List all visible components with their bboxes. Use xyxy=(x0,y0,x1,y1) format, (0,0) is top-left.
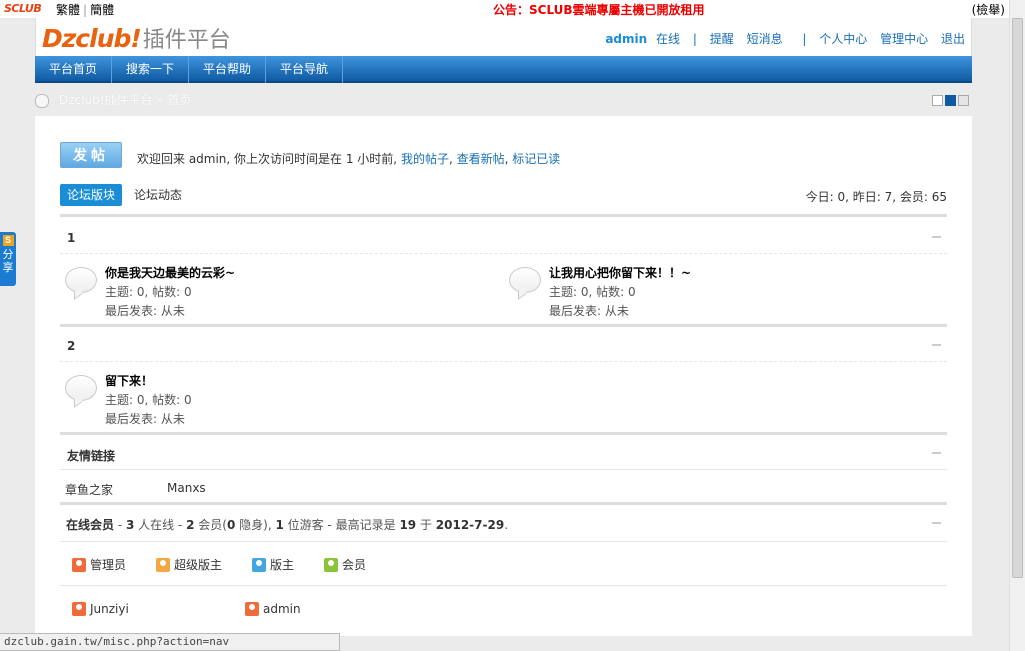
legend-mod: 版主 xyxy=(252,556,294,573)
admin-user-icon xyxy=(245,602,259,616)
tab-feed[interactable]: 论坛动态 xyxy=(127,184,189,206)
forum-last-post: 最后发表: 从未 xyxy=(105,304,185,318)
mark-read-link[interactable]: 标记已读 xyxy=(512,152,560,166)
online-user[interactable]: Junziyi xyxy=(72,602,129,616)
welcome-message: 欢迎回来 admin, 你上次访问时间是在 1 小时前, 我的帖子, 查看新帖,… xyxy=(137,152,561,166)
forum-bubble-icon xyxy=(65,267,97,293)
top-bar: SCLUB 繁體 | 簡體 公告：SCLUB雲端專屬主機已開放租用 (檢舉) xyxy=(0,0,1009,18)
forum-last-post: 最后发表: 从未 xyxy=(105,412,185,426)
remind-link[interactable]: 提醒 xyxy=(710,32,734,46)
main-nav: 平台首页 搜索一下 平台帮助 平台导航 xyxy=(35,56,972,83)
profile-link[interactable]: 个人中心 xyxy=(819,32,867,46)
collapse-icon[interactable] xyxy=(932,344,941,346)
width-wide-icon[interactable] xyxy=(945,95,956,106)
forum-item: 留下来！ 主题: 0, 帖数: 0 最后发表: 从未 xyxy=(60,372,480,430)
simplified-link[interactable]: 簡體 xyxy=(90,3,114,17)
links-title: 友情链接 xyxy=(67,449,116,463)
nav-search[interactable]: 搜索一下 xyxy=(112,56,190,83)
nav-guide[interactable]: 平台导航 xyxy=(266,56,344,83)
tab-forums[interactable]: 论坛版块 xyxy=(60,184,123,206)
width-switch xyxy=(930,95,969,106)
home-icon[interactable] xyxy=(35,93,49,108)
sclub-logo[interactable]: SCLUB xyxy=(4,2,42,15)
forum-stats: 今日: 0, 昨日: 7, 会员: 65 xyxy=(805,190,947,204)
pm-link[interactable]: 短消息 xyxy=(747,32,783,46)
category-header: 1 xyxy=(60,220,947,254)
legend-member: 会员 xyxy=(324,556,366,573)
width-narrow-icon[interactable] xyxy=(932,95,943,106)
links-header: 友情链接 xyxy=(60,436,947,470)
new-posts-link[interactable]: 查看新帖 xyxy=(457,152,505,166)
width-full-icon[interactable] xyxy=(958,95,969,106)
scrollbar-thumb[interactable] xyxy=(1012,18,1023,578)
site-logo[interactable]: Dzclub!插件平台 xyxy=(42,22,231,54)
share-icon: S xyxy=(2,235,14,246)
forum-item: 你是我天边最美的云彩~ 主题: 0, 帖数: 0 最后发表: 从未 xyxy=(60,264,480,322)
online-header: 在线会员 - 3 人在线 - 2 会员(0 隐身), 1 位游客 - 最高记录是… xyxy=(60,506,947,542)
category-header: 2 xyxy=(60,328,947,362)
category-title[interactable]: 1 xyxy=(67,231,75,245)
admin-user-icon xyxy=(72,558,86,572)
report-link[interactable]: (檢舉) xyxy=(972,1,1005,18)
index-tabs: 论坛版块 论坛动态 xyxy=(60,184,194,206)
share-tab[interactable]: S 分享 xyxy=(0,232,16,286)
friend-link[interactable]: Manxs xyxy=(167,481,206,495)
my-posts-link[interactable]: 我的帖子 xyxy=(401,152,449,166)
super-mod-user-icon xyxy=(156,558,170,572)
collapse-icon[interactable] xyxy=(932,522,941,524)
category-title[interactable]: 2 xyxy=(67,339,75,353)
forum-bubble-icon xyxy=(509,267,541,293)
forum-name-link[interactable]: 留下来！ xyxy=(105,372,153,389)
friend-link[interactable]: 章鱼之家 xyxy=(65,481,113,498)
forum-counts: 主题: 0, 帖数: 0 xyxy=(549,285,636,299)
forum-item: 让我用心把你留下来！！~ 主题: 0, 帖数: 0 最后发表: 从未 xyxy=(504,264,924,322)
traditional-link[interactable]: 繁體 xyxy=(56,3,80,17)
forum-name-link[interactable]: 让我用心把你留下来！！~ xyxy=(549,264,691,281)
username-link[interactable]: admin xyxy=(605,32,647,46)
nav-help[interactable]: 平台帮助 xyxy=(189,56,267,83)
forum-name-link[interactable]: 你是我天边最美的云彩~ xyxy=(105,264,235,281)
forum-last-post: 最后发表: 从未 xyxy=(549,304,629,318)
collapse-icon[interactable] xyxy=(932,236,941,238)
user-nav: admin 在线 | 提醒 短消息 | 个人中心 管理中心 退出 xyxy=(605,32,965,46)
status-bar: dzclub.gain.tw/misc.php?action=nav xyxy=(0,633,340,651)
online-summary: 在线会员 - 3 人在线 - 2 会员(0 隐身), 1 位游客 - 最高记录是… xyxy=(66,518,509,532)
online-user[interactable]: admin xyxy=(245,602,301,616)
logout-link[interactable]: 退出 xyxy=(941,32,965,46)
forum-bubble-icon xyxy=(65,375,97,401)
online-status-link[interactable]: 在线 xyxy=(656,32,680,46)
legend-super-mod: 超级版主 xyxy=(156,556,222,573)
site-header: Dzclub!插件平台 admin 在线 | 提醒 短消息 | 个人中心 管理中… xyxy=(35,18,972,56)
vertical-scrollbar[interactable] xyxy=(1009,0,1025,651)
member-user-icon xyxy=(324,558,338,572)
legend-admin: 管理员 xyxy=(72,556,126,573)
announcement-link[interactable]: 公告：SCLUB雲端專屬主機已開放租用 xyxy=(493,1,705,18)
nav-home[interactable]: 平台首页 xyxy=(35,56,113,83)
admin-user-icon xyxy=(72,602,86,616)
main-content: 发帖 欢迎回来 admin, 你上次访问时间是在 1 小时前, 我的帖子, 查看… xyxy=(35,116,972,636)
mod-user-icon xyxy=(252,558,266,572)
admincp-link[interactable]: 管理中心 xyxy=(880,32,928,46)
language-switch: 繁體 | 簡體 xyxy=(56,3,115,17)
collapse-icon[interactable] xyxy=(932,452,941,454)
forum-counts: 主题: 0, 帖数: 0 xyxy=(105,393,192,407)
forum-counts: 主题: 0, 帖数: 0 xyxy=(105,285,192,299)
breadcrumb: Dzclub!插件平台 » 首页 xyxy=(35,91,191,108)
new-post-button[interactable]: 发帖 xyxy=(60,142,122,168)
